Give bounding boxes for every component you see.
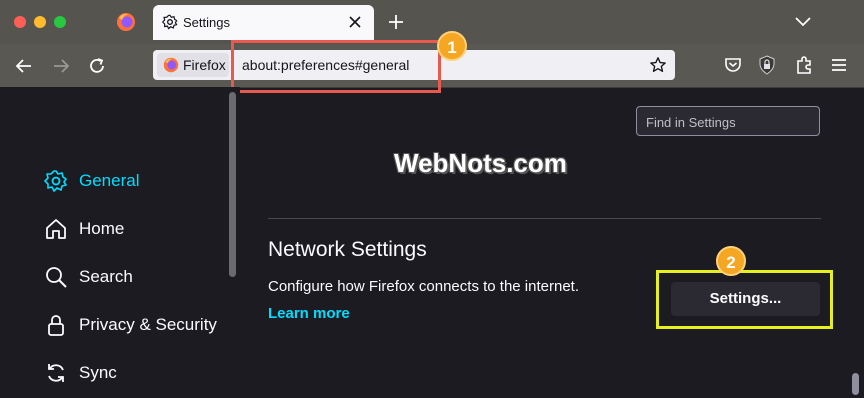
tab-title: Settings xyxy=(183,15,230,30)
close-window-button[interactable] xyxy=(14,16,26,28)
section-title: Network Settings xyxy=(268,238,427,261)
url-highlight-box xyxy=(231,40,441,93)
gear-icon xyxy=(162,14,178,30)
sync-icon xyxy=(48,364,64,382)
sidebar-item-label: Sync xyxy=(79,363,117,382)
sidebar-item-sync[interactable]: Sync xyxy=(44,359,117,387)
step-badge-1: 1 xyxy=(437,31,467,61)
search-placeholder: Find in Settings xyxy=(646,115,736,130)
maximize-window-button[interactable] xyxy=(54,16,66,28)
shield-icon[interactable] xyxy=(758,55,776,75)
sidebar-item-label: Search xyxy=(79,267,133,286)
gear-icon xyxy=(44,170,67,192)
sidebar-scrollbar[interactable] xyxy=(229,92,236,277)
sidebar-item-label: Privacy & Security xyxy=(79,315,217,334)
puzzle-icon[interactable] xyxy=(794,55,814,75)
forward-arrow-icon[interactable] xyxy=(51,56,71,76)
hamburger-menu-icon[interactable] xyxy=(830,56,848,74)
sidebar-item-home[interactable]: Home xyxy=(44,215,124,243)
plus-icon[interactable] xyxy=(386,12,406,32)
sidebar-item-privacy[interactable]: Privacy & Security xyxy=(44,311,217,339)
close-icon[interactable] xyxy=(346,13,364,31)
section-description: Configure how Firefox connects to the in… xyxy=(268,278,580,295)
firefox-logo-icon xyxy=(117,13,135,31)
sidebar-item-general[interactable]: General xyxy=(44,167,139,195)
network-settings-button[interactable]: Settings... xyxy=(671,282,820,316)
pocket-icon[interactable] xyxy=(724,56,742,74)
chevron-down-icon[interactable] xyxy=(794,14,812,28)
minimize-window-button[interactable] xyxy=(34,16,46,28)
sidebar-item-label: General xyxy=(79,171,140,190)
firefox-logo-icon xyxy=(163,57,179,73)
watermark: WebNots.com xyxy=(394,148,567,178)
search-input[interactable]: Find in Settings xyxy=(636,106,820,136)
identity-label: Firefox xyxy=(183,57,226,73)
sidebar-item-search[interactable]: Search xyxy=(44,263,133,291)
tab-settings[interactable]: Settings xyxy=(153,5,374,40)
search-icon xyxy=(46,267,67,288)
back-arrow-icon[interactable] xyxy=(14,56,34,76)
reload-icon[interactable] xyxy=(87,56,107,76)
star-icon[interactable] xyxy=(649,56,667,74)
step-badge-2: 2 xyxy=(716,246,746,276)
sidebar-item-label: Home xyxy=(79,219,125,238)
learn-more-link[interactable]: Learn more xyxy=(268,305,350,322)
home-icon xyxy=(46,219,66,239)
content-scrollbar[interactable] xyxy=(852,373,859,395)
section-divider xyxy=(268,218,821,219)
lock-icon xyxy=(48,315,64,336)
identity-box[interactable]: Firefox xyxy=(157,53,229,77)
tab-strip: Settings xyxy=(0,0,864,44)
